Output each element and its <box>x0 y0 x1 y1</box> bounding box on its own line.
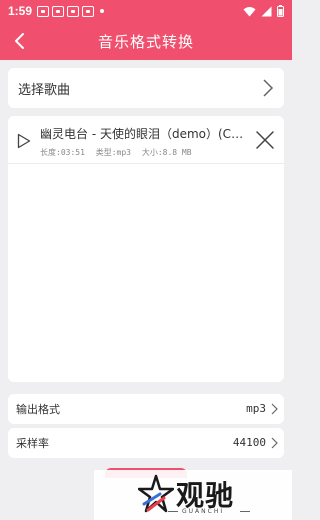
app-bar: 音乐格式转换 <box>0 22 292 60</box>
sample-rate-value: 44100 <box>232 436 266 449</box>
watermark-divider <box>240 511 250 512</box>
song-duration: 长度:03:51 <box>40 148 85 157</box>
watermark-subtext: GUANCHI <box>182 508 225 515</box>
wifi-icon <box>243 6 256 16</box>
watermark-divider <box>168 511 178 512</box>
output-format-row[interactable]: 输出格式 mp3 <box>8 394 284 424</box>
song-title: 幽灵电台 - 天使的眼泪（demo）(Cover 李莎) <box>40 127 245 141</box>
watermark-star-icon <box>138 474 174 513</box>
output-format-label: 输出格式 <box>16 403 60 416</box>
chevron-right-icon <box>271 403 278 415</box>
app-notification-icon <box>67 5 80 17</box>
song-type: 类型:mp3 <box>95 148 131 157</box>
back-arrow-icon[interactable] <box>10 31 30 51</box>
select-song-button[interactable]: 选择歌曲 <box>8 68 284 108</box>
status-indicators <box>243 5 284 17</box>
app-notification-icon <box>37 5 50 17</box>
list-item[interactable]: 幽灵电台 - 天使的眼泪（demo）(Cover 李莎) 长度:03:51 类型… <box>8 116 284 164</box>
chevron-right-icon <box>271 437 278 449</box>
page-title: 音乐格式转换 <box>97 32 194 51</box>
app-notification-icon <box>82 5 95 17</box>
status-bar: 1:59 <box>0 0 292 22</box>
sample-rate-label: 采样率 <box>16 437 49 450</box>
song-list: 幽灵电台 - 天使的眼泪（demo）(Cover 李莎) 长度:03:51 类型… <box>8 116 284 382</box>
app-notification-icon <box>52 5 65 17</box>
play-icon[interactable] <box>17 133 31 149</box>
status-time: 1:59 <box>8 4 33 18</box>
battery-icon <box>277 5 284 17</box>
chevron-right-icon <box>263 79 274 97</box>
output-format-value: mp3 <box>246 402 266 415</box>
close-icon[interactable] <box>256 131 274 149</box>
song-size: 大小:8.8 MB <box>141 148 192 157</box>
select-song-label: 选择歌曲 <box>18 82 71 98</box>
watermark: 观驰 GUANCHI <box>94 470 292 520</box>
sample-rate-row[interactable]: 采样率 44100 <box>8 428 284 458</box>
signal-icon <box>261 6 272 16</box>
song-meta: 长度:03:51 类型:mp3 大小:8.8 MB <box>40 147 198 158</box>
dot-icon <box>100 9 105 13</box>
